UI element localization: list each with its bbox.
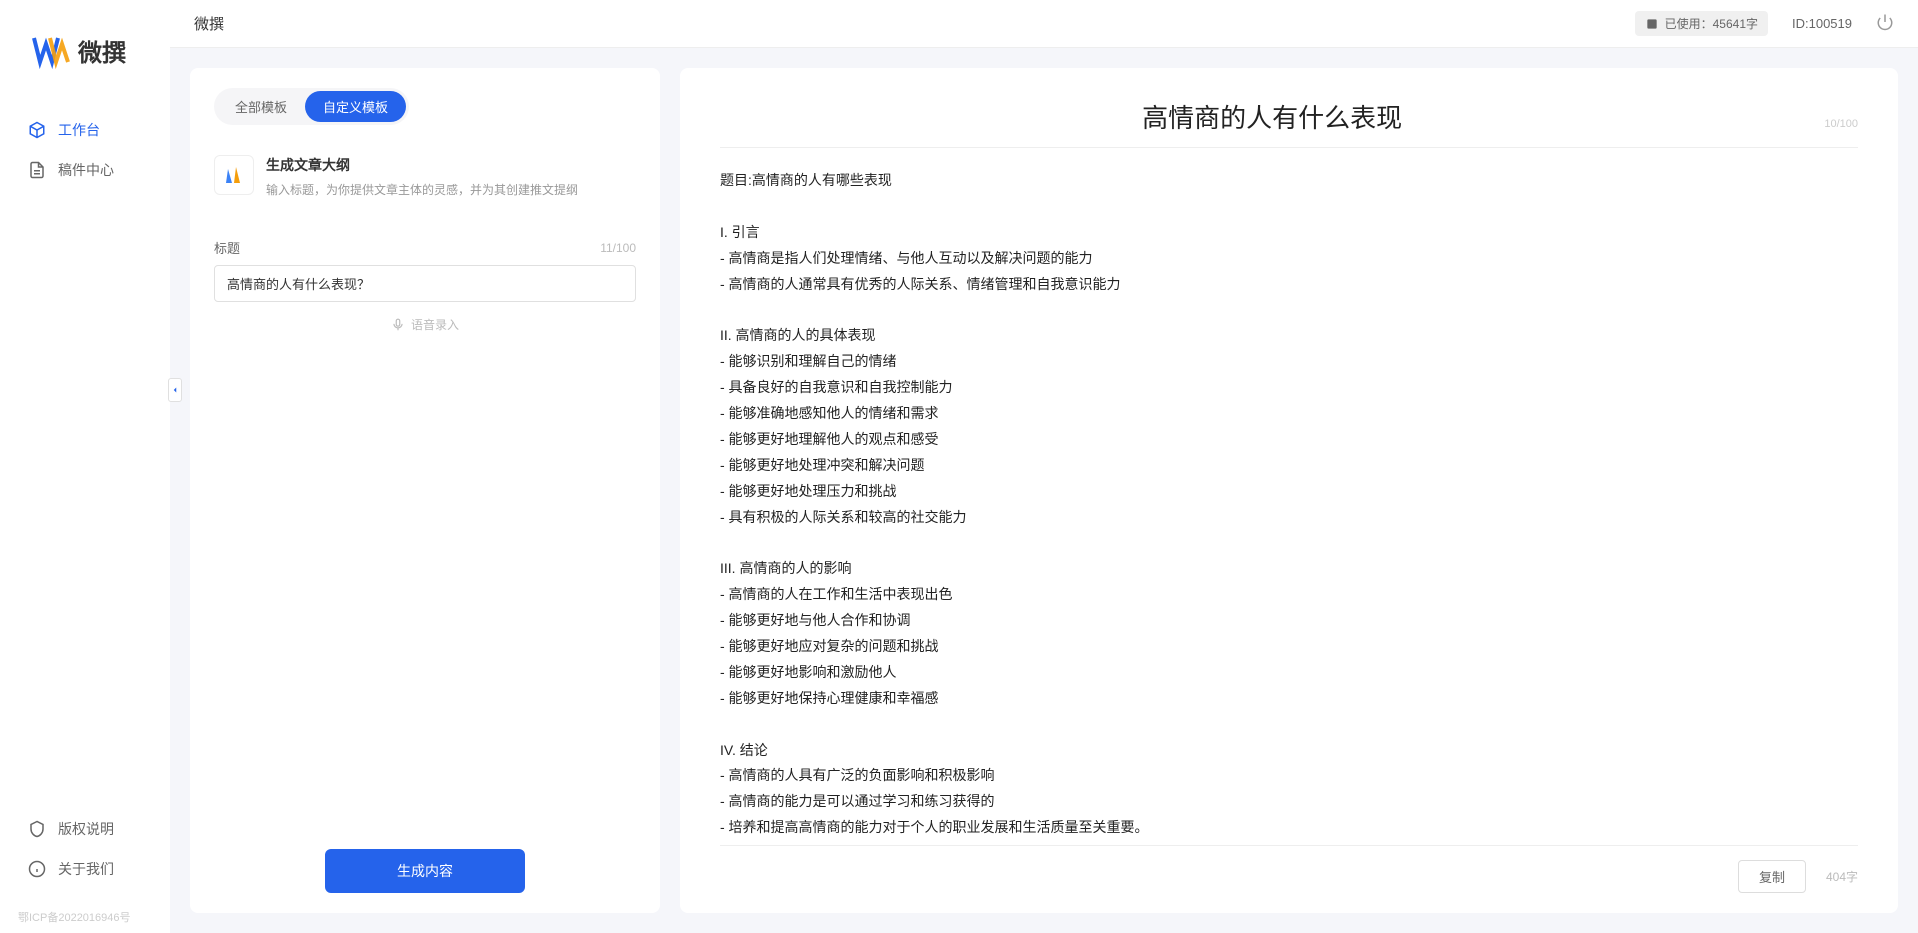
editor-panel: 全部模板 自定义模板 生成文章大纲 输入标题，为你提供文章主体的灵感，并为其创建… [190, 68, 660, 913]
mic-icon [391, 318, 405, 332]
logo-icon [30, 30, 70, 70]
doc-title-row: 高情商的人有什么表现 10/100 [720, 98, 1858, 148]
nav-label: 稿件中心 [58, 160, 114, 180]
cube-icon [28, 121, 46, 139]
topbar-right: 已使用：45641字 ID:100519 [1635, 11, 1894, 36]
template-card: 生成文章大纲 输入标题，为你提供文章主体的灵感，并为其创建推文提纲 [214, 145, 636, 218]
main: 微撰 已使用：45641字 ID:100519 全部模板 自定义模板 [170, 0, 1918, 933]
char-count: 11/100 [600, 241, 636, 255]
collapse-sidebar-button[interactable] [168, 378, 182, 402]
page-title: 微撰 [194, 13, 224, 34]
voice-label: 语音录入 [411, 316, 459, 333]
title-char-count: 10/100 [1824, 118, 1858, 130]
content: 全部模板 自定义模板 生成文章大纲 输入标题，为你提供文章主体的灵感，并为其创建… [170, 48, 1918, 933]
chevron-left-icon [170, 385, 180, 395]
bottom-nav: 版权说明 关于我们 [0, 809, 170, 909]
field-header: 标题 11/100 [214, 238, 636, 257]
usage-text: 已使用：45641字 [1665, 15, 1758, 32]
nav-label: 版权说明 [58, 819, 114, 839]
title-input[interactable] [214, 265, 636, 302]
output-panel: 高情商的人有什么表现 10/100 题目:高情商的人有哪些表现 I. 引言 - … [680, 68, 1898, 913]
text-icon [1645, 17, 1659, 31]
tab-custom-templates[interactable]: 自定义模板 [305, 91, 406, 122]
nav-item-workspace[interactable]: 工作台 [10, 110, 160, 150]
icp-text: 鄂ICP备2022016946号 [0, 909, 170, 933]
field-label: 标题 [214, 238, 240, 257]
template-icon [214, 155, 254, 195]
power-button[interactable] [1876, 13, 1894, 34]
user-id: ID:100519 [1792, 16, 1852, 31]
template-tabs: 全部模板 自定义模板 [214, 88, 409, 125]
nav-item-drafts[interactable]: 稿件中心 [10, 150, 160, 190]
nav-item-copyright[interactable]: 版权说明 [10, 809, 160, 849]
nav-label: 工作台 [58, 120, 100, 140]
document-icon [28, 161, 46, 179]
template-info: 生成文章大纲 输入标题，为你提供文章主体的灵感，并为其创建推文提纲 [266, 155, 578, 198]
topbar: 微撰 已使用：45641字 ID:100519 [170, 0, 1918, 48]
voice-input-button[interactable]: 语音录入 [214, 302, 636, 347]
info-icon [28, 860, 46, 878]
doc-title: 高情商的人有什么表现 [720, 98, 1824, 135]
tab-all-templates[interactable]: 全部模板 [217, 91, 305, 122]
copy-button[interactable]: 复制 [1738, 860, 1806, 893]
sidebar: 微撰 工作台 稿件中心 版权说明 关于我们 鄂ICP备2022016946号 [0, 0, 170, 933]
shield-icon [28, 820, 46, 838]
word-count: 404字 [1826, 868, 1858, 885]
doc-body[interactable]: 题目:高情商的人有哪些表现 I. 引言 - 高情商是指人们处理情绪、与他人互动以… [720, 168, 1858, 845]
logo: 微撰 [0, 0, 170, 110]
power-icon [1876, 13, 1894, 31]
nav-item-about[interactable]: 关于我们 [10, 849, 160, 889]
doc-footer: 复制 404字 [720, 845, 1858, 893]
generate-button[interactable]: 生成内容 [325, 849, 525, 893]
nav: 工作台 稿件中心 [0, 110, 170, 809]
logo-text: 微撰 [78, 33, 126, 68]
template-title: 生成文章大纲 [266, 155, 578, 175]
usage-badge: 已使用：45641字 [1635, 11, 1768, 36]
template-desc: 输入标题，为你提供文章主体的灵感，并为其创建推文提纲 [266, 181, 578, 198]
nav-label: 关于我们 [58, 859, 114, 879]
